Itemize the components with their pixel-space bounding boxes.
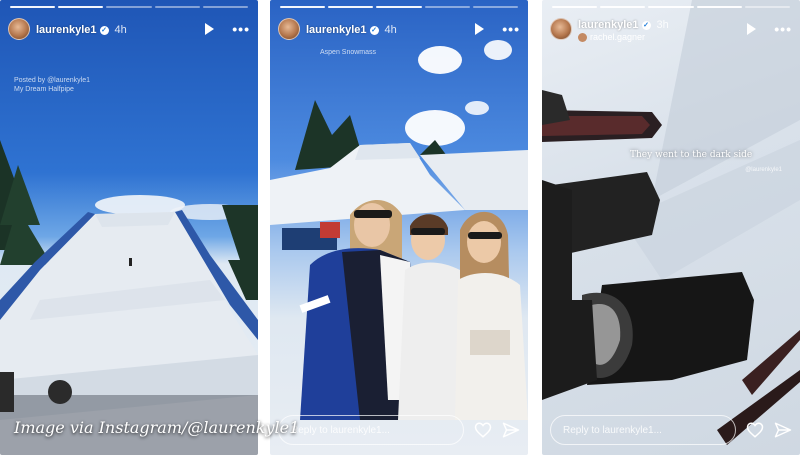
- story-footer: Reply to laurenkyle1...: [278, 415, 520, 445]
- reply-input[interactable]: Reply to laurenkyle1...: [550, 415, 736, 445]
- more-options-icon[interactable]: •••: [502, 21, 520, 37]
- heart-icon[interactable]: [746, 421, 764, 439]
- verified-badge-icon: ✓: [99, 26, 109, 36]
- send-icon[interactable]: [502, 421, 520, 439]
- story-photo-snowboards: [542, 0, 800, 455]
- reply-input[interactable]: Reply to laurenkyle1...: [278, 415, 464, 445]
- tagged-user-avatar: [578, 33, 587, 43]
- story-caption-note: Posted by @laurenkyle1 My Dream Halfpipe: [14, 77, 90, 94]
- story-header: laurenkyle1 ✓ 4h •••: [278, 14, 520, 44]
- more-options-icon[interactable]: •••: [774, 21, 792, 37]
- username[interactable]: laurenkyle1: [36, 24, 97, 36]
- send-icon[interactable]: [774, 421, 792, 439]
- username[interactable]: laurenkyle1: [306, 24, 367, 36]
- user-avatar[interactable]: [8, 18, 30, 40]
- story-progress-bar: [552, 6, 791, 8]
- user-avatar[interactable]: [550, 18, 572, 40]
- story-progress-bar: [280, 6, 519, 8]
- tagged-user[interactable]: rachel.gagner: [578, 32, 669, 43]
- username[interactable]: laurenkyle1: [578, 19, 639, 31]
- story-overlay-text: They went to the dark side: [630, 150, 753, 160]
- heart-icon[interactable]: [474, 421, 492, 439]
- story-overlay-tag[interactable]: @laurenkyle1: [745, 167, 782, 173]
- story-caption-note: Aspen Snowmass: [320, 49, 377, 56]
- tagged-username[interactable]: rachel.gagner: [590, 32, 645, 43]
- story-progress-bar: [10, 6, 249, 8]
- story-footer: Reply to laurenkyle1...: [550, 415, 792, 445]
- verified-badge-icon: ✓: [641, 21, 651, 31]
- post-time: 4h: [384, 24, 397, 37]
- story-header: laurenkyle1 ✓ 4h •••: [8, 14, 250, 44]
- verified-badge-icon: ✓: [369, 26, 379, 36]
- story-card-3[interactable]: laurenkyle1 ✓ 3h rachel.gagner ••• They we…: [542, 0, 800, 455]
- story-photo-group: [270, 0, 528, 455]
- story-header: laurenkyle1 ✓ 3h rachel.gagner •••: [550, 14, 792, 44]
- play-icon[interactable]: [475, 23, 485, 35]
- story-photo-halfpipe: [0, 0, 258, 455]
- more-options-icon[interactable]: •••: [232, 21, 250, 37]
- play-icon[interactable]: [205, 23, 215, 35]
- story-card-2[interactable]: laurenkyle1 ✓ 4h ••• Aspen Snowmass Reply …: [270, 0, 528, 455]
- user-avatar[interactable]: [278, 18, 300, 40]
- play-icon[interactable]: [747, 23, 757, 35]
- story-card-1[interactable]: laurenkyle1 ✓ 4h ••• Posted by @laurenkyle…: [0, 0, 258, 455]
- post-time: 3h: [656, 19, 669, 32]
- post-time: 4h: [114, 24, 127, 37]
- image-credit-watermark: Image via Instagram/@laurenkyle1: [14, 418, 300, 437]
